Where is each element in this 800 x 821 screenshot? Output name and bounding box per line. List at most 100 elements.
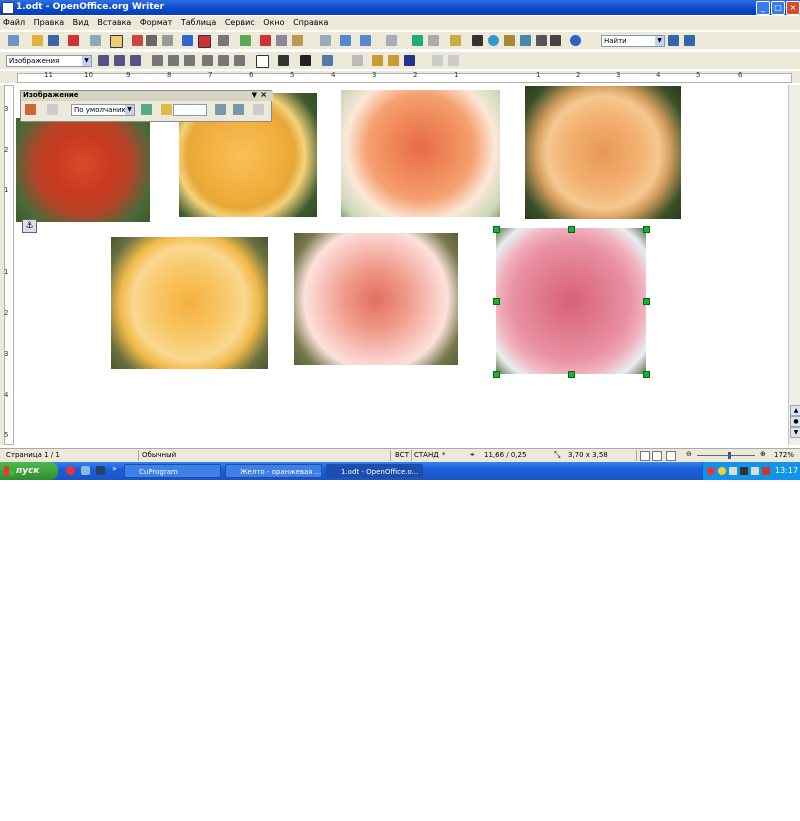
tray-network-icon[interactable] bbox=[729, 467, 737, 475]
tray-alert-icon[interactable] bbox=[718, 467, 726, 475]
border-color-icon[interactable] bbox=[300, 55, 311, 66]
rose-image-golden[interactable] bbox=[111, 237, 268, 369]
send-backward-icon[interactable] bbox=[388, 55, 399, 66]
link-frames-icon[interactable] bbox=[432, 55, 443, 66]
taskbar-item-browser[interactable]: Желто - оранжевая ... bbox=[225, 464, 322, 478]
menu-format[interactable]: Формат bbox=[137, 16, 175, 27]
unlink-frames-icon[interactable] bbox=[448, 55, 459, 66]
chevron-down-icon[interactable]: ▼ bbox=[252, 91, 257, 99]
pilcrow-icon[interactable] bbox=[536, 35, 547, 46]
chevron-down-icon[interactable]: ▼ bbox=[655, 36, 664, 46]
borders-icon[interactable] bbox=[256, 55, 269, 68]
graphics-mode-combobox[interactable]: По умолчанию ▼ bbox=[71, 104, 135, 116]
close-icon[interactable]: × bbox=[786, 1, 800, 15]
style-combobox[interactable]: Изображения ▼ bbox=[6, 55, 92, 67]
export-pdf-icon[interactable] bbox=[132, 35, 143, 46]
clone-format-icon[interactable] bbox=[320, 35, 331, 46]
table-icon[interactable] bbox=[428, 35, 439, 46]
wrap-page-icon[interactable] bbox=[114, 55, 125, 66]
align-center-icon[interactable] bbox=[168, 55, 179, 66]
flip-horizontal-icon[interactable] bbox=[233, 104, 244, 115]
selection-mode[interactable]: СТАНД bbox=[414, 451, 439, 459]
cut-icon[interactable] bbox=[260, 35, 271, 46]
hyperlink-icon[interactable] bbox=[412, 35, 423, 46]
navigation-icon[interactable]: ● bbox=[790, 416, 800, 427]
rose-image-pink-cream[interactable] bbox=[294, 233, 458, 365]
menu-help[interactable]: Справка bbox=[290, 16, 331, 27]
navigator-icon[interactable] bbox=[488, 35, 499, 46]
align-middle-icon[interactable] bbox=[218, 55, 229, 66]
resize-handle[interactable] bbox=[643, 371, 650, 378]
graphic-properties-icon[interactable] bbox=[253, 104, 264, 115]
resize-handle[interactable] bbox=[643, 226, 650, 233]
taskbar-item-cuprogram[interactable]: CuProgram bbox=[124, 464, 221, 478]
spellcheck-icon[interactable] bbox=[182, 35, 193, 46]
rose-image-apricot[interactable] bbox=[525, 86, 681, 219]
flip-vertical-icon[interactable] bbox=[215, 104, 226, 115]
taskbar-item-writer[interactable]: 1.odt - OpenOffice.o... bbox=[326, 464, 423, 478]
zoom-slider-thumb[interactable] bbox=[728, 452, 731, 459]
anchor-icon[interactable] bbox=[404, 55, 415, 66]
minimize-icon[interactable]: _ bbox=[756, 1, 770, 15]
menu-view[interactable]: Вид bbox=[70, 16, 92, 27]
rose-image-pink-selected[interactable] bbox=[496, 228, 646, 374]
next-page-icon[interactable]: ▼ bbox=[790, 427, 800, 438]
book-view-icon[interactable] bbox=[666, 451, 676, 461]
resize-handle[interactable] bbox=[643, 298, 650, 305]
bring-to-front-icon[interactable] bbox=[352, 55, 363, 66]
find-next-icon[interactable] bbox=[668, 35, 679, 46]
tray-antivirus-icon[interactable] bbox=[762, 467, 770, 475]
gallery-icon-2[interactable] bbox=[504, 35, 515, 46]
clock[interactable]: 13:17 bbox=[775, 466, 798, 475]
draw-icon[interactable] bbox=[450, 35, 461, 46]
maximize-icon[interactable]: □ bbox=[771, 1, 785, 15]
page-preview-icon[interactable] bbox=[162, 35, 173, 46]
align-right-icon[interactable] bbox=[184, 55, 195, 66]
menu-edit[interactable]: Правка bbox=[31, 16, 67, 27]
zoom-icon[interactable] bbox=[550, 35, 561, 46]
undo-icon[interactable] bbox=[360, 35, 371, 46]
anchor-icon[interactable]: ⚓ bbox=[22, 219, 37, 233]
binoculars-icon[interactable] bbox=[472, 35, 483, 46]
save-icon[interactable] bbox=[48, 35, 59, 46]
page-style[interactable]: Обычный bbox=[142, 451, 176, 459]
tray-volume-icon[interactable] bbox=[740, 467, 748, 475]
zoom-out-icon[interactable]: ⊖ bbox=[686, 450, 692, 458]
tray-keyboard-icon[interactable] bbox=[751, 467, 759, 475]
align-top-icon[interactable] bbox=[202, 55, 213, 66]
horizontal-ruler[interactable]: 11 10 9 8 7 6 5 4 3 2 1 1 2 3 4 5 6 bbox=[0, 71, 800, 83]
resize-handle[interactable] bbox=[493, 371, 500, 378]
vertical-ruler[interactable]: 3 2 1 1 2 3 4 5 bbox=[0, 85, 14, 445]
copy-icon[interactable] bbox=[276, 35, 287, 46]
border-style-icon[interactable] bbox=[278, 55, 289, 66]
insert-mode[interactable]: ВСТ bbox=[395, 451, 409, 459]
chevron-down-icon[interactable]: ▼ bbox=[125, 105, 134, 115]
rose-image-red[interactable] bbox=[16, 118, 150, 222]
transparency-icon[interactable] bbox=[161, 104, 172, 115]
menu-window[interactable]: Окно bbox=[260, 16, 287, 27]
browser-icon[interactable] bbox=[81, 466, 90, 475]
align-left-icon[interactable] bbox=[152, 55, 163, 66]
quicklaunch-more-icon[interactable]: » bbox=[112, 464, 117, 473]
chevron-down-icon[interactable]: ▼ bbox=[82, 56, 91, 66]
gallery-icon[interactable] bbox=[218, 35, 229, 46]
open-folder-icon[interactable] bbox=[32, 35, 43, 46]
find-combobox[interactable]: Найти ▼ bbox=[601, 35, 665, 47]
datasource-icon[interactable] bbox=[520, 35, 531, 46]
edit-file-icon[interactable] bbox=[68, 35, 79, 46]
menu-file[interactable]: Файл bbox=[0, 16, 28, 27]
vertical-scrollbar[interactable]: ▲ ● ▼ bbox=[788, 85, 800, 445]
autospell-icon[interactable] bbox=[198, 35, 211, 48]
save-icon-2[interactable] bbox=[240, 35, 251, 46]
wrap-off-icon[interactable] bbox=[98, 55, 109, 66]
color-icon[interactable] bbox=[141, 104, 152, 115]
find-previous-icon[interactable] bbox=[684, 35, 695, 46]
menu-tools[interactable]: Сервис bbox=[222, 16, 258, 27]
tray-app-icon[interactable] bbox=[707, 467, 715, 475]
filter-icon[interactable] bbox=[25, 104, 36, 115]
menu-insert[interactable]: Вставка bbox=[94, 16, 134, 27]
previous-page-icon[interactable]: ▲ bbox=[790, 405, 800, 416]
wrap-through-icon[interactable] bbox=[130, 55, 141, 66]
paint-icon[interactable] bbox=[340, 35, 351, 46]
print-icon[interactable] bbox=[146, 35, 157, 46]
